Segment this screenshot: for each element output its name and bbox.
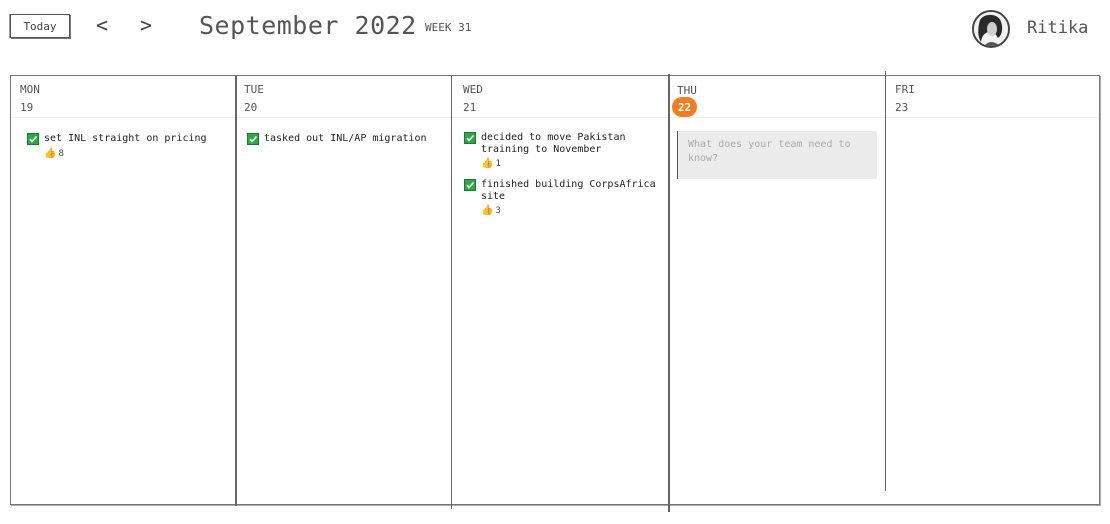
thumbs-up-icon: 👍 — [44, 148, 57, 159]
thumbs-up-icon: 👍 — [481, 205, 494, 216]
calendar-app: Today < > September 2022 WEEK 31 Ritika … — [0, 0, 1110, 524]
next-week-button[interactable]: > — [140, 13, 152, 37]
checkbox-checked-icon[interactable] — [464, 132, 476, 144]
prev-week-button[interactable]: < — [96, 13, 108, 37]
day-name: MON — [20, 83, 40, 96]
likes-count[interactable]: 👍 1 — [481, 158, 501, 169]
day-column-thu[interactable]: THU 22 What does your team need to know? — [668, 76, 885, 504]
team-update-input[interactable]: What does your team need to know? — [677, 131, 877, 179]
day-number: 19 — [20, 101, 34, 114]
day-column-mon[interactable]: MON 19 set INL straight on pricing 👍 8 — [11, 76, 235, 504]
day-name: TUE — [244, 83, 264, 96]
likes-number: 1 — [495, 158, 501, 169]
checkbox-checked-icon[interactable] — [27, 133, 39, 145]
day-name: THU — [677, 84, 697, 97]
item-text: decided to move Pakistan training to Nov… — [481, 132, 626, 155]
day-number: 21 — [463, 101, 477, 114]
user-name[interactable]: Ritika — [1027, 18, 1088, 38]
likes-count[interactable]: 👍 3 — [481, 205, 501, 216]
checkbox-checked-icon[interactable] — [464, 179, 476, 191]
avatar-portrait-icon — [974, 12, 1008, 46]
day-column-fri[interactable]: FRI 23 — [885, 76, 1101, 504]
day-number: 20 — [244, 101, 258, 114]
day-name: FRI — [895, 83, 915, 96]
item-text: finished building CorpsAfrica site — [481, 179, 656, 202]
day-column-tue[interactable]: TUE 20 tasked out INL/AP migration — [235, 76, 451, 504]
day-column-wed[interactable]: WED 21 decided to move Pakistan training… — [451, 76, 668, 504]
month-title: September 2022 — [199, 11, 417, 40]
item-text: tasked out INL/AP migration — [264, 133, 427, 144]
user-avatar[interactable] — [972, 10, 1010, 48]
today-date-badge: 22 — [672, 97, 697, 117]
today-button[interactable]: Today — [10, 14, 70, 38]
day-number: 23 — [895, 101, 909, 114]
item-text: set INL straight on pricing — [44, 133, 207, 144]
likes-number: 8 — [58, 148, 64, 159]
likes-count[interactable]: 👍 8 — [44, 148, 64, 159]
thumbs-up-icon: 👍 — [481, 158, 494, 169]
week-grid: MON 19 set INL straight on pricing 👍 8 T… — [10, 71, 1101, 512]
week-label: WEEK 31 — [425, 21, 472, 34]
likes-number: 3 — [495, 205, 501, 216]
day-name: WED — [463, 83, 483, 96]
checkbox-checked-icon[interactable] — [247, 133, 259, 145]
